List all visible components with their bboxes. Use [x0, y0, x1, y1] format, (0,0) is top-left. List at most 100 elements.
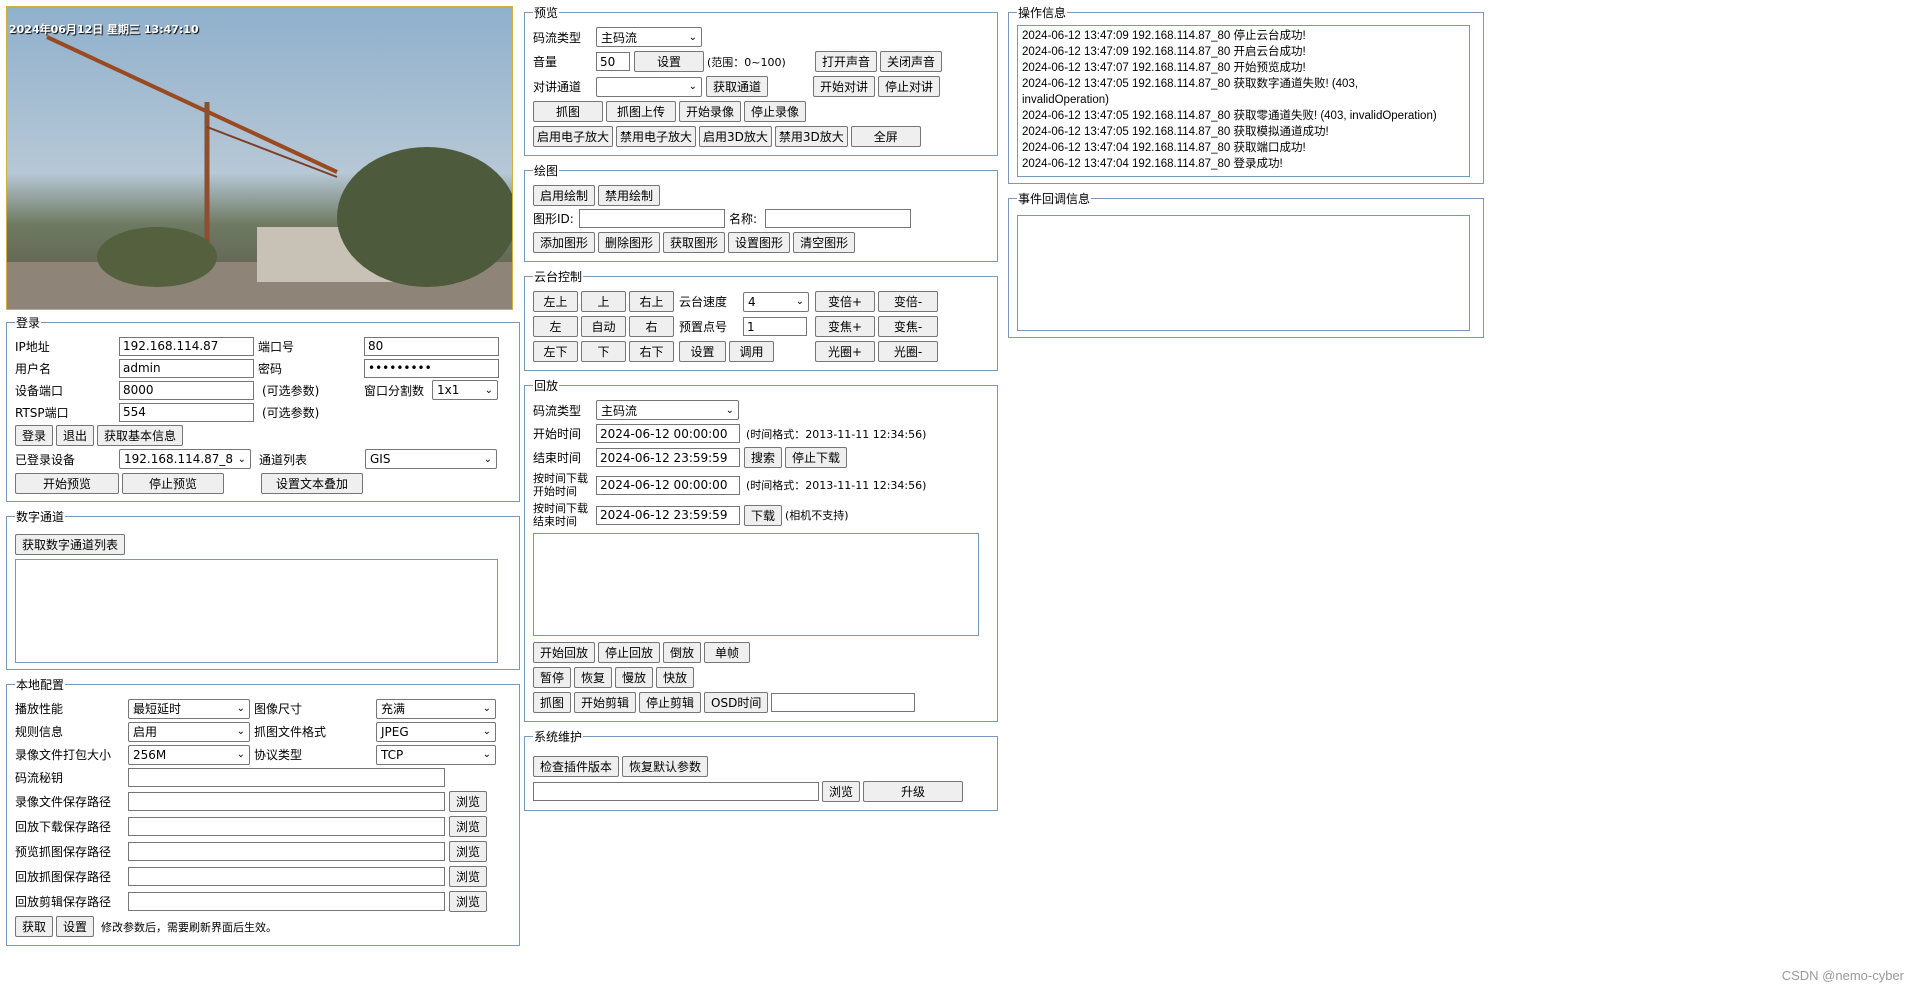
set-text-overlay-button[interactable]: 设置文本叠加: [261, 472, 363, 494]
preview-stream-type-select[interactable]: 主码流 ⌄: [596, 27, 702, 47]
disable-3d-zoom-button[interactable]: 禁用3D放大: [774, 126, 848, 147]
delete-shape-button[interactable]: 删除图形: [598, 232, 661, 253]
logout-button[interactable]: 退出: [56, 424, 95, 446]
fast-play-button[interactable]: 快放: [656, 667, 695, 688]
playback-end-time-input[interactable]: [596, 448, 740, 467]
disable-draw-button[interactable]: 禁用绘制: [598, 184, 661, 206]
download-end-time-input[interactable]: [596, 505, 740, 525]
osd-time-button[interactable]: OSD时间: [704, 692, 769, 713]
ptz-speed-select[interactable]: 4 ⌄: [743, 291, 809, 312]
single-frame-button[interactable]: 单帧: [704, 642, 751, 663]
get-shape-button[interactable]: 获取图形: [663, 232, 726, 253]
port-input[interactable]: [364, 336, 499, 356]
upgrade-file-input[interactable]: [533, 782, 819, 801]
browse-clip-path-button[interactable]: 浏览: [449, 891, 488, 912]
playback-snapshot-path-input[interactable]: [128, 867, 445, 886]
device-port-input[interactable]: [119, 380, 254, 400]
set-config-button[interactable]: 设置: [56, 916, 95, 937]
ptz-up-left-button[interactable]: 左上: [533, 291, 578, 312]
preview-snapshot-path-input[interactable]: [128, 842, 445, 861]
focus-in-button[interactable]: 变焦+: [815, 316, 875, 337]
ptz-up-right-button[interactable]: 右上: [629, 291, 674, 312]
playback-download-path-input[interactable]: [128, 817, 445, 836]
play-performance-select[interactable]: 最短延时 ⌄: [128, 698, 250, 719]
ptz-down-right-button[interactable]: 右下: [629, 341, 674, 362]
password-input[interactable]: [364, 358, 499, 378]
shape-name-input[interactable]: [765, 209, 911, 228]
ptz-auto-button[interactable]: 自动: [581, 316, 626, 337]
playback-snapshot-button[interactable]: 抓图: [533, 692, 572, 713]
playback-start-time-input[interactable]: [596, 424, 740, 443]
ptz-left-button[interactable]: 左: [533, 316, 578, 337]
operation-log[interactable]: 2024-06-12 13:47:09 192.168.114.87_80 停止…: [1017, 25, 1470, 177]
clear-shapes-button[interactable]: 清空图形: [793, 232, 856, 253]
browse-upgrade-file-button[interactable]: 浏览: [822, 781, 861, 802]
stop-download-button[interactable]: 停止下载: [785, 447, 848, 468]
ip-input[interactable]: [119, 336, 254, 356]
upgrade-button[interactable]: 升级: [863, 781, 964, 802]
ptz-right-button[interactable]: 右: [629, 316, 674, 337]
download-start-time-input[interactable]: [596, 475, 740, 495]
playback-clip-path-input[interactable]: [128, 892, 445, 911]
restore-defaults-button[interactable]: 恢复默认参数: [622, 755, 709, 777]
playback-stream-type-select[interactable]: 主码流 ⌄: [596, 400, 739, 420]
preset-call-button[interactable]: 调用: [729, 341, 774, 362]
osd-time-input[interactable]: [771, 693, 916, 712]
digital-channel-list[interactable]: [15, 559, 498, 663]
close-sound-button[interactable]: 关闭声音: [880, 51, 943, 72]
stop-talk-button[interactable]: 停止对讲: [878, 76, 941, 97]
record-pack-size-select[interactable]: 256M ⌄: [128, 744, 250, 765]
browse-record-path-button[interactable]: 浏览: [449, 791, 488, 812]
disable-e-zoom-button[interactable]: 禁用电子放大: [616, 126, 697, 147]
start-talk-button[interactable]: 开始对讲: [813, 76, 876, 97]
get-config-button[interactable]: 获取: [15, 916, 54, 937]
fullscreen-button[interactable]: 全屏: [850, 126, 921, 147]
get-digital-channel-list-button[interactable]: 获取数字通道列表: [15, 533, 126, 555]
add-shape-button[interactable]: 添加图形: [533, 232, 596, 253]
ptz-down-left-button[interactable]: 左下: [533, 341, 578, 362]
focus-out-button[interactable]: 变焦-: [878, 316, 938, 337]
stop-clip-button[interactable]: 停止剪辑: [639, 692, 702, 713]
check-plugin-version-button[interactable]: 检查插件版本: [533, 755, 620, 777]
snapshot-format-select[interactable]: JPEG ⌄: [376, 721, 496, 742]
preset-input[interactable]: [743, 317, 807, 336]
protocol-type-select[interactable]: TCP ⌄: [376, 744, 496, 765]
resume-button[interactable]: 恢复: [574, 667, 613, 688]
username-input[interactable]: [119, 358, 254, 378]
iris-out-button[interactable]: 光圈-: [878, 341, 938, 362]
video-preview[interactable]: 2024年06月12日 星期三 13:47:10: [6, 6, 513, 310]
set-volume-button[interactable]: 设置: [634, 51, 704, 72]
enable-draw-button[interactable]: 启用绘制: [533, 184, 596, 206]
download-button[interactable]: 下载: [744, 504, 783, 526]
start-playback-button[interactable]: 开始回放: [533, 642, 596, 663]
stop-record-button[interactable]: 停止录像: [744, 101, 807, 122]
slow-play-button[interactable]: 慢放: [615, 667, 654, 688]
record-path-input[interactable]: [128, 792, 445, 811]
stop-playback-button[interactable]: 停止回放: [598, 642, 661, 663]
iris-in-button[interactable]: 光圈+: [815, 341, 875, 362]
volume-input[interactable]: [596, 52, 630, 71]
logged-device-select[interactable]: 192.168.114.87_8 ⌄: [119, 449, 251, 469]
talk-channel-select[interactable]: ⌄: [596, 76, 702, 97]
browse-playback-snapshot-path-button[interactable]: 浏览: [449, 866, 488, 887]
login-button[interactable]: 登录: [15, 424, 54, 446]
split-select[interactable]: 1x1 ⌄: [432, 380, 498, 400]
open-sound-button[interactable]: 打开声音: [815, 51, 878, 72]
search-button[interactable]: 搜索: [744, 447, 783, 468]
stop-preview-button[interactable]: 停止预览: [122, 472, 224, 494]
preview-snapshot-button[interactable]: 抓图: [533, 101, 603, 122]
channel-list-select[interactable]: GIS ⌄: [365, 449, 497, 469]
zoom-out-button[interactable]: 变倍-: [878, 291, 938, 312]
event-callback-log[interactable]: [1017, 215, 1470, 331]
get-basic-info-button[interactable]: 获取基本信息: [97, 424, 184, 446]
rtsp-port-input[interactable]: [119, 402, 254, 422]
snapshot-upload-button[interactable]: 抓图上传: [606, 101, 676, 122]
start-preview-button[interactable]: 开始预览: [15, 472, 119, 494]
ptz-up-button[interactable]: 上: [581, 291, 626, 312]
browse-preview-snapshot-path-button[interactable]: 浏览: [449, 841, 488, 862]
playback-file-list[interactable]: [533, 533, 979, 636]
browse-download-path-button[interactable]: 浏览: [449, 816, 488, 837]
enable-3d-zoom-button[interactable]: 启用3D放大: [699, 126, 772, 147]
zoom-in-button[interactable]: 变倍+: [815, 291, 875, 312]
start-record-button[interactable]: 开始录像: [679, 101, 742, 122]
